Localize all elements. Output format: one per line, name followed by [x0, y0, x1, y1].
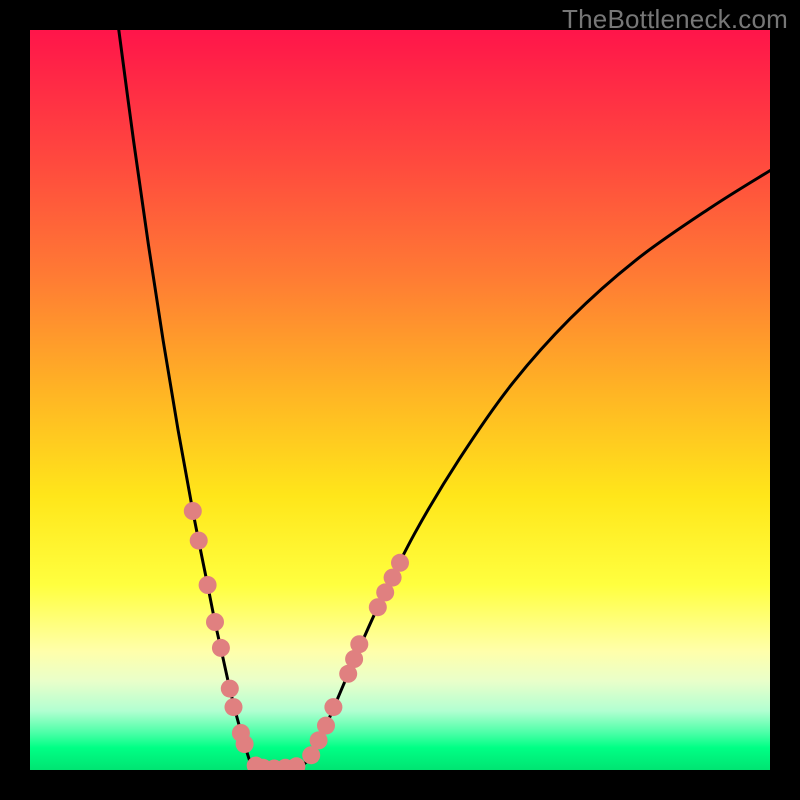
- data-point: [317, 717, 335, 735]
- data-point: [221, 680, 239, 698]
- data-point: [184, 502, 202, 520]
- series-group: [119, 30, 770, 769]
- data-point: [324, 698, 342, 716]
- curve-layer: [30, 30, 770, 770]
- data-point: [212, 639, 230, 657]
- data-point: [199, 576, 217, 594]
- data-point: [206, 613, 224, 631]
- data-point: [190, 532, 208, 550]
- data-point: [236, 735, 254, 753]
- bottleneck-curve: [119, 30, 770, 769]
- chart-frame: TheBottleneck.com: [0, 0, 800, 800]
- watermark-text: TheBottleneck.com: [562, 4, 788, 35]
- data-point: [350, 635, 368, 653]
- data-point: [225, 698, 243, 716]
- data-point: [287, 757, 305, 770]
- plot-area: [30, 30, 770, 770]
- data-point: [391, 554, 409, 572]
